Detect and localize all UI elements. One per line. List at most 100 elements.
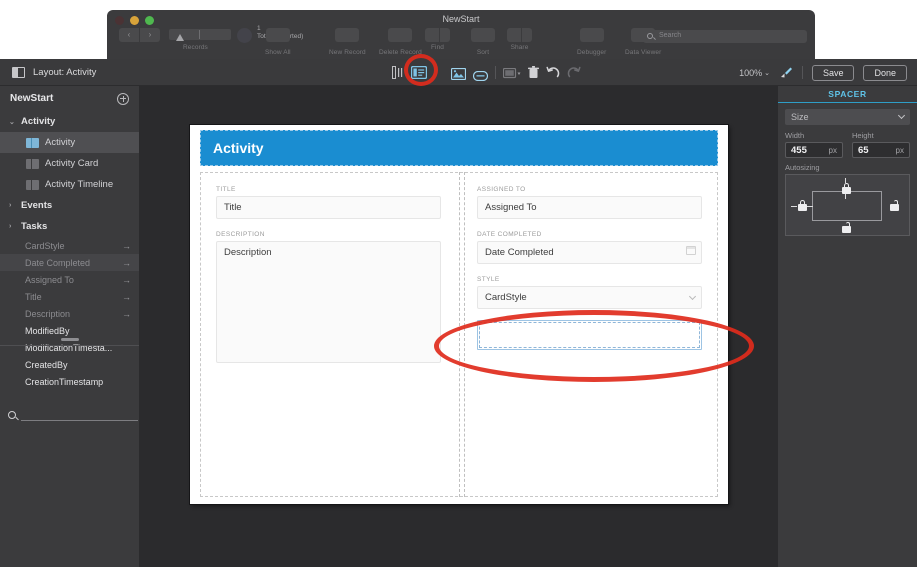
width-control: Width 455 px <box>785 131 843 158</box>
previous-record-button[interactable]: ‹ <box>119 28 139 42</box>
share-menu-chevron-icon[interactable] <box>522 28 532 42</box>
splitter-grabber[interactable] <box>61 338 79 341</box>
zoom-chevron-icon[interactable]: ⌄ <box>764 69 770 77</box>
height-value: 65 <box>858 144 869 156</box>
inspector-toggle-icon[interactable] <box>410 65 428 80</box>
layout-card[interactable]: Activity TITLE Title DESCRIPTION Descrip… <box>190 125 728 504</box>
save-button[interactable]: Save <box>811 64 855 81</box>
layout-icon <box>26 158 39 169</box>
field-label-style: STYLE <box>477 276 500 283</box>
field-box-title[interactable]: Title <box>216 196 441 219</box>
sort-group[interactable]: Sort <box>471 28 495 56</box>
autosizing-left-lock-icon[interactable] <box>797 200 807 211</box>
layout-column-right: ASSIGNED TO Assigned To DATE COMPLETED D… <box>459 172 718 497</box>
theme-icon[interactable] <box>502 67 521 79</box>
sidebar-item-label: Activity <box>45 137 76 148</box>
autosizing-label: Autosizing <box>785 163 820 172</box>
autosizing-top-arrow2 <box>845 194 847 199</box>
trash-icon[interactable] <box>528 66 539 79</box>
inspector-size-section[interactable]: Size <box>785 109 910 125</box>
field-list-item[interactable]: CardStyle → <box>0 237 139 254</box>
find-icon[interactable] <box>425 28 439 42</box>
done-button[interactable]: Done <box>863 64 907 81</box>
app-root: NewStart ‹ › 1 Total (Unsorted <box>0 0 917 567</box>
sidebar-group-tasks[interactable]: › Tasks <box>0 216 139 237</box>
chevron-right-icon[interactable]: › <box>9 202 16 209</box>
record-slider-thumb[interactable] <box>176 34 184 41</box>
chevron-down-icon[interactable] <box>897 111 906 120</box>
chevron-right-icon[interactable]: › <box>9 223 16 230</box>
width-unit: px <box>828 145 837 155</box>
share-segment[interactable] <box>507 28 532 42</box>
delete-record-label: Delete Record <box>379 49 422 56</box>
field-list-item[interactable]: Description → <box>0 305 139 322</box>
sidebar-splitter[interactable] <box>0 321 139 405</box>
calendar-icon[interactable] <box>686 246 696 255</box>
field-box-description[interactable]: Description <box>216 241 441 363</box>
field-box-style[interactable]: CardStyle <box>477 286 702 309</box>
debugger-group[interactable]: Debugger <box>577 28 606 56</box>
find-segment[interactable] <box>425 28 450 42</box>
inspector-title: SPACER <box>778 86 917 103</box>
inspector-size-label: Size <box>791 112 809 122</box>
search-icon <box>8 411 16 419</box>
data-viewer-label: Data Viewer <box>625 49 662 56</box>
layout-canvas[interactable]: Activity TITLE Title DESCRIPTION Descrip… <box>139 86 778 567</box>
autosizing-right-lock-icon[interactable] <box>889 200 899 211</box>
field-box-date-completed[interactable]: Date Completed <box>477 241 702 264</box>
sort-icon[interactable] <box>471 28 495 42</box>
search-icon <box>647 32 653 39</box>
media-icon[interactable] <box>450 67 467 80</box>
autosizing-control[interactable] <box>785 174 910 236</box>
field-list-item[interactable]: Title → <box>0 288 139 305</box>
width-input[interactable]: 455 px <box>785 142 843 158</box>
record-nav-segment[interactable]: ‹ › <box>119 28 160 42</box>
undo-icon[interactable] <box>546 66 560 79</box>
layout-body: TITLE Title DESCRIPTION Description ASSI… <box>200 172 718 497</box>
field-box-assigned-to[interactable]: Assigned To <box>477 196 702 219</box>
window-titlebar: NewStart ‹ › 1 Total (Unsorted <box>107 10 815 59</box>
show-all-group[interactable]: Show All <box>265 28 291 56</box>
chevron-down-icon[interactable] <box>688 292 697 301</box>
field-list-item[interactable]: Date Completed → <box>0 254 139 271</box>
sidebar-group-label: Tasks <box>21 221 48 232</box>
search-placeholder: Search <box>659 32 682 39</box>
zoom-level-label[interactable]: 100% <box>739 68 762 78</box>
new-record-icon[interactable] <box>335 28 360 42</box>
delete-record-group[interactable]: Delete Record <box>379 28 422 56</box>
share-icon[interactable] <box>507 28 521 42</box>
field-list-item[interactable]: Assigned To → <box>0 271 139 288</box>
sidebar-item-activity[interactable]: Activity <box>0 132 139 153</box>
find-menu-chevron-icon[interactable] <box>440 28 450 42</box>
record-slider[interactable] <box>169 28 231 42</box>
height-input[interactable]: 65 px <box>852 142 910 158</box>
sidebar-item-activity-card[interactable]: Activity Card <box>0 153 139 174</box>
layout-icon <box>26 179 39 190</box>
field-placed-arrow-icon: → <box>122 257 131 268</box>
share-group[interactable]: Share <box>507 28 532 51</box>
selected-spacer-object[interactable] <box>477 320 702 350</box>
record-nav-group: ‹ › <box>119 28 160 42</box>
field-placed-arrow-icon: → <box>122 240 131 251</box>
find-group[interactable]: Find <box>425 28 450 51</box>
next-record-button[interactable]: › <box>140 28 160 42</box>
chevron-down-icon[interactable]: ⌄ <box>9 118 16 126</box>
new-record-group[interactable]: New Record <box>329 28 366 56</box>
layout-header-bar[interactable]: Activity <box>200 130 718 166</box>
search-input[interactable]: Search <box>643 30 807 43</box>
sidebar-item-activity-timeline[interactable]: Activity Timeline <box>0 174 139 195</box>
field-picker-icon[interactable] <box>392 66 404 79</box>
debugger-icon[interactable] <box>579 28 604 42</box>
autosizing-bottom-lock-icon[interactable] <box>841 222 851 233</box>
sidebar-group-events[interactable]: › Events <box>0 195 139 216</box>
autosizing-top-lock-icon[interactable] <box>841 183 851 194</box>
delete-record-icon[interactable] <box>388 28 413 42</box>
format-painter-icon[interactable] <box>779 66 793 79</box>
sidebar-item-label: Activity Timeline <box>45 179 114 190</box>
field-placed-arrow-icon: → <box>122 291 131 302</box>
sidebar-group-activity[interactable]: ⌄ Activity <box>0 111 139 132</box>
show-all-icon[interactable] <box>265 28 290 42</box>
button-bar-icon[interactable] <box>472 68 489 81</box>
field-search-input[interactable] <box>21 409 138 421</box>
add-layout-icon[interactable] <box>117 92 129 105</box>
